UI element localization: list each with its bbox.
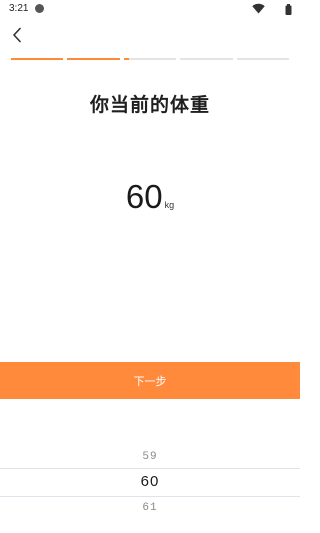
back-button[interactable] [6,24,28,46]
weight-screen: 3:21 你当前的体重 60 kg 下一步 59 60 61 [0,0,300,533]
progress-segment [11,58,64,60]
notification-dot-icon [35,4,44,13]
weight-display: 60 kg [0,178,300,216]
progress-segment [236,58,289,60]
picker-divider-bottom [0,496,300,497]
progress-segment-fill [11,58,64,60]
weight-picker[interactable]: 59 60 61 [0,440,300,533]
weight-value: 60 [125,178,163,215]
progress-segment-fill [67,58,120,60]
step-progress [11,58,289,62]
progress-segment [67,58,120,60]
progress-segment [180,58,233,60]
page-title: 你当前的体重 [89,94,210,116]
next-button[interactable]: 下一步 [0,362,300,399]
picker-item-selected[interactable]: 60 [0,473,300,490]
progress-segment [123,58,177,60]
wifi-icon [252,3,265,14]
battery-icon [285,4,292,15]
picker-item-prev[interactable]: 59 [0,451,300,463]
weight-unit: kg [164,200,175,210]
picker-divider-top [0,468,300,469]
picker-item-next[interactable]: 61 [0,502,300,514]
status-bar: 3:21 [0,0,300,18]
status-icons [252,3,292,15]
progress-segment-fill [123,58,130,60]
chevron-left-icon [13,27,21,43]
status-time: 3:21 [9,3,29,14]
